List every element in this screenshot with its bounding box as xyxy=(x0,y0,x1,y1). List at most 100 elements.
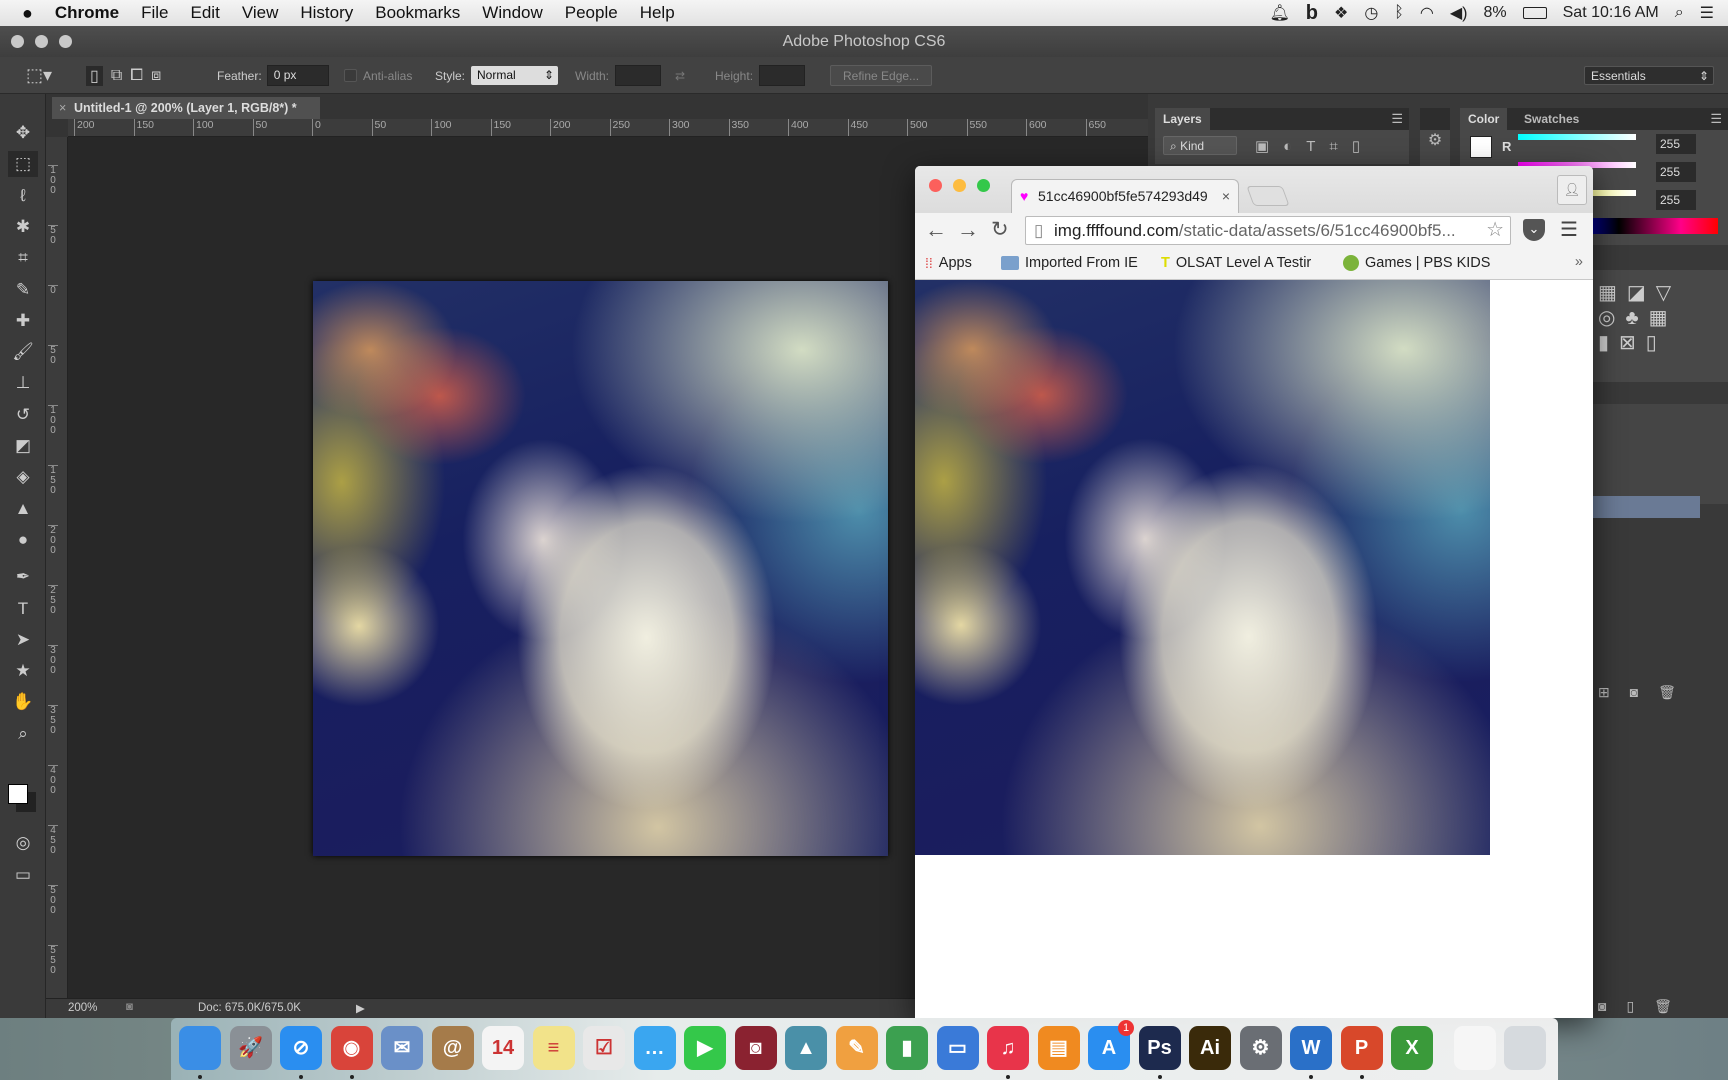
reload-icon[interactable]: ↻ xyxy=(991,217,1009,242)
swap-icon[interactable]: ⇄ xyxy=(675,69,685,83)
path-selection-tool-icon[interactable]: ➤ xyxy=(8,627,38,653)
dock-system-preferences-icon[interactable]: ⚙ xyxy=(1239,1026,1282,1070)
pen-tool-icon[interactable]: ✒ xyxy=(8,564,38,590)
back-icon[interactable]: ← xyxy=(925,217,947,243)
tab-swatches[interactable]: Swatches xyxy=(1516,108,1587,130)
bitdefender-icon[interactable]: b xyxy=(1306,2,1318,25)
dock-finder-icon[interactable] xyxy=(179,1026,221,1070)
spotlight-icon[interactable]: ⌕ xyxy=(1675,4,1684,22)
spot-healing-tool-icon[interactable]: ✚ xyxy=(8,308,38,334)
document-tab[interactable]: × Untitled-1 @ 200% (Layer 1, RGB/8*) * xyxy=(52,97,320,119)
close-tab-icon[interactable]: × xyxy=(59,97,66,119)
crop-tool-icon[interactable]: ⌗ xyxy=(8,245,38,271)
lasso-tool-icon[interactable]: ℓ xyxy=(8,183,38,209)
dock-messages-icon[interactable]: … xyxy=(633,1026,676,1070)
dock-launchpad-icon[interactable]: 🚀 xyxy=(229,1026,272,1070)
menu-file[interactable]: File xyxy=(141,3,168,23)
properties-icon[interactable]: ⚙ xyxy=(1420,130,1450,170)
dock-notes-icon[interactable]: ≡ xyxy=(532,1026,575,1070)
dock-ibooks-icon[interactable]: ▤ xyxy=(1037,1026,1080,1070)
dock-powerpoint-icon[interactable]: P xyxy=(1340,1026,1383,1070)
quick-selection-tool-icon[interactable]: ✱ xyxy=(8,214,38,240)
menu-people[interactable]: People xyxy=(565,3,618,23)
dock-trash-icon[interactable] xyxy=(1504,1026,1546,1070)
marquee-preset-icon[interactable]: ⬚▾ xyxy=(26,57,52,94)
feather-input[interactable]: 0 px xyxy=(266,65,329,86)
dock-illustrator-icon[interactable]: Ai xyxy=(1189,1026,1231,1070)
selected-layer-row[interactable] xyxy=(1588,496,1700,518)
dock-facetime-icon[interactable]: ▶ xyxy=(684,1026,726,1070)
add-selection-icon[interactable]: ⧉ xyxy=(111,67,122,85)
close-window-button[interactable] xyxy=(929,179,942,192)
green-value[interactable]: 255 xyxy=(1656,162,1696,182)
dock-chrome-icon[interactable]: ◉ xyxy=(330,1026,373,1070)
dock-document-icon[interactable] xyxy=(1453,1026,1496,1070)
minimize-window-button[interactable] xyxy=(35,35,48,48)
new-selection-icon[interactable]: ▯ xyxy=(86,65,103,86)
dock-reminders-icon[interactable]: ☑ xyxy=(583,1026,625,1070)
panel-footer-icons[interactable]: ◙▯🗑︎ xyxy=(1598,998,1692,1015)
menu-window[interactable]: Window xyxy=(482,3,542,23)
dock-photo-booth-icon[interactable]: ◙ xyxy=(734,1026,777,1070)
dock-keynote-icon[interactable]: ▭ xyxy=(936,1026,979,1070)
bookmark-pbs-kids[interactable]: Games | PBS KIDS xyxy=(1343,248,1490,278)
bluetooth-icon[interactable]: ᛒ xyxy=(1394,4,1404,22)
volume-icon[interactable]: ◀) xyxy=(1450,3,1468,23)
dock-iphoto-icon[interactable]: ▲ xyxy=(785,1026,827,1070)
foreground-background-colors[interactable] xyxy=(8,784,28,804)
bookmark-apps[interactable]: ⁞⁞ Apps xyxy=(925,248,972,278)
bookmark-star-icon[interactable]: ☆ xyxy=(1486,217,1504,244)
menu-history[interactable]: History xyxy=(300,3,353,23)
close-tab-icon[interactable]: × xyxy=(1222,180,1230,212)
screen-mode-icon[interactable]: ▭ xyxy=(8,862,38,888)
clone-stamp-tool-icon[interactable]: ⊥ xyxy=(8,370,38,396)
workspace-select[interactable]: Essentials ⇕ xyxy=(1584,66,1714,85)
dropbox-icon[interactable]: ❖ xyxy=(1334,3,1348,23)
adjustment-icons[interactable]: ▦◪▽ ◎♣▦ ▮⊠▯ xyxy=(1598,282,1681,354)
menu-bookmarks[interactable]: Bookmarks xyxy=(375,3,460,23)
bookmarks-overflow-icon[interactable]: » xyxy=(1575,254,1583,270)
clock[interactable]: Sat 10:16 AM xyxy=(1563,4,1659,22)
type-tool-icon[interactable]: T xyxy=(8,596,38,622)
dock-pages-icon[interactable]: ✎ xyxy=(835,1026,878,1070)
subtract-selection-icon[interactable]: ⧠ xyxy=(130,67,143,85)
red-value[interactable]: 255 xyxy=(1656,134,1696,154)
dock-excel-icon[interactable]: X xyxy=(1391,1026,1433,1070)
status-menu-arrow-icon[interactable]: ▶ xyxy=(356,1001,365,1015)
battery-icon[interactable] xyxy=(1522,7,1547,19)
new-tab-button[interactable] xyxy=(1246,186,1290,206)
address-bar[interactable]: ▯ img.ffffound.com/static-data/assets/6/… xyxy=(1025,216,1511,245)
history-brush-tool-icon[interactable]: ↺ xyxy=(8,402,38,428)
blue-value[interactable]: 255 xyxy=(1656,190,1696,210)
layer-filter-icons[interactable]: ▣◐T⌗▯ xyxy=(1255,137,1374,155)
dock-mail-icon[interactable]: ✉ xyxy=(381,1026,423,1070)
red-slider[interactable] xyxy=(1518,134,1636,140)
foreground-color-swatch[interactable] xyxy=(1470,136,1492,158)
bookmark-olsat[interactable]: T OLSAT Level A Testir xyxy=(1161,248,1311,278)
menu-edit[interactable]: Edit xyxy=(191,3,220,23)
minimize-window-button[interactable] xyxy=(953,179,966,192)
refine-edge-button[interactable]: Refine Edge... xyxy=(830,65,933,86)
eraser-tool-icon[interactable]: ◩ xyxy=(8,433,38,459)
time-machine-icon[interactable]: ◷ xyxy=(1364,3,1378,23)
hand-tool-icon[interactable]: ✋ xyxy=(8,689,38,715)
pocket-icon[interactable]: ⌄ xyxy=(1523,219,1545,241)
panel-footer-icons[interactable]: ⊞◙🗑︎ xyxy=(1598,684,1696,701)
dock-calendar-icon[interactable]: 14 xyxy=(482,1026,524,1070)
zoom-window-button[interactable] xyxy=(59,35,72,48)
dock-contacts-icon[interactable]: @ xyxy=(431,1026,474,1070)
chrome-menu-icon[interactable]: ☰ xyxy=(1560,217,1578,242)
layer-filter-kind[interactable]: ⌕ Kind xyxy=(1163,136,1237,155)
tab-layers[interactable]: Layers xyxy=(1155,108,1210,130)
custom-shape-tool-icon[interactable]: ★ xyxy=(8,658,38,684)
chrome-tab[interactable]: ♥ 51cc46900bf5fe574293d49 × xyxy=(1011,179,1239,213)
bookmark-imported-from-ie[interactable]: Imported From IE xyxy=(1001,248,1138,278)
width-input[interactable] xyxy=(615,65,662,86)
intersect-selection-icon[interactable]: ⧈ xyxy=(151,67,161,85)
notification-icon[interactable]: 🔔︎ xyxy=(1269,3,1289,23)
dock-word-icon[interactable]: W xyxy=(1290,1026,1332,1070)
height-input[interactable] xyxy=(759,65,806,86)
rectangular-marquee-tool-icon[interactable]: ⬚ xyxy=(8,151,38,178)
move-tool-icon[interactable]: ✥ xyxy=(8,120,38,146)
dock-photoshop-icon[interactable]: Ps xyxy=(1138,1026,1181,1070)
